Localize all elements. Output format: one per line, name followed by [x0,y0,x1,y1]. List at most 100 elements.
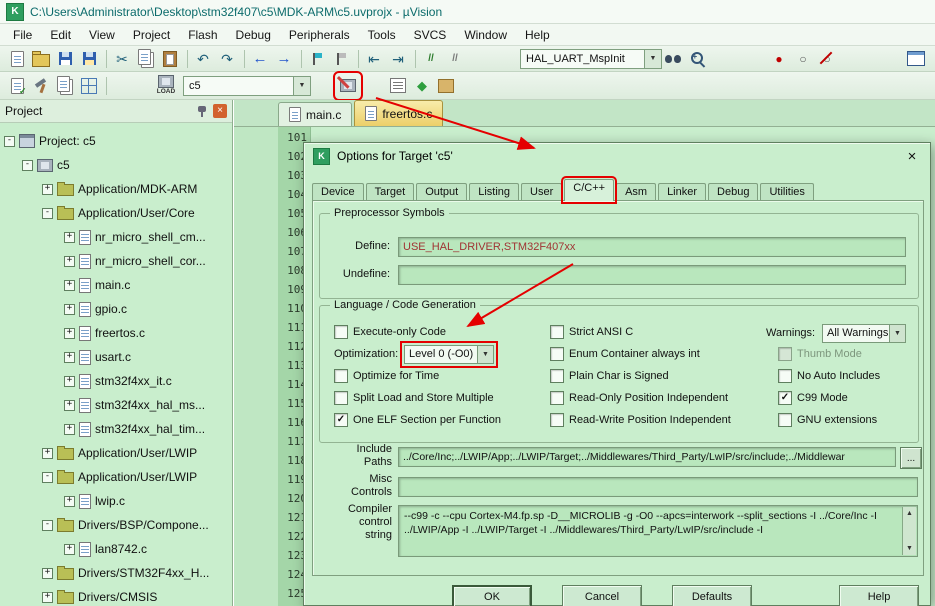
checkbox-execute-only-code[interactable]: Execute-only Code [334,321,501,343]
uncomment-icon[interactable]: // [444,48,466,70]
new-file-icon[interactable] [6,48,28,70]
rebuild-icon[interactable] [54,75,76,97]
checkbox-one-elf-section-per-function[interactable]: ✓ One ELF Section per Function [334,409,501,431]
checkbox-thumb-mode[interactable]: Thumb Mode [778,343,880,365]
dialog-tab-asm[interactable]: Asm [616,183,657,201]
tree-item[interactable]: - c5 [22,154,70,176]
tree-item[interactable]: + Application/User/LWIP [42,442,197,464]
ok-button[interactable]: OK [452,585,532,606]
compiler-string-field[interactable]: --c99 -c --cpu Cortex-M4.fp.sp -D__MICRO… [398,505,918,557]
chevron-down-icon[interactable]: ▼ [889,324,905,342]
indent-left-icon[interactable]: ⇤ [363,48,385,70]
navigate-back-icon[interactable]: ← [249,48,271,70]
dialog-tab-listing[interactable]: Listing [469,183,520,201]
checkbox-box[interactable] [778,369,792,383]
tree-item[interactable]: + nr_micro_shell_cm... [64,226,206,248]
function-combobox[interactable]: HAL_UART_MspInit ▼ [520,48,662,69]
dialog-tab-utilities[interactable]: Utilities [760,183,814,201]
undefine-field[interactable] [398,265,906,285]
build-icon[interactable] [30,75,52,97]
tree-item-label[interactable]: gpio.c [95,302,127,316]
tree-item-label[interactable]: Application/MDK-ARM [78,182,197,196]
tree-item[interactable]: + stm32f4xx_hal_tim... [64,418,205,440]
dialog-tab-output[interactable]: Output [416,183,468,201]
download-icon[interactable]: LOAD [155,75,177,97]
menu-view[interactable]: View [80,25,124,45]
editor-tab-main.c[interactable]: main.c [278,102,353,126]
copy-icon[interactable] [135,48,157,70]
tree-item[interactable]: + Application/MDK-ARM [42,178,197,200]
tree-expander-icon[interactable]: + [42,447,53,459]
menu-flash[interactable]: Flash [179,25,226,45]
editor-tab-freertos.c[interactable]: freertos.c [354,100,444,126]
cancel-button[interactable]: Cancel [562,585,642,606]
options-for-target-icon[interactable] [333,70,363,101]
menu-help[interactable]: Help [516,25,559,45]
tree-expander-icon[interactable]: + [64,375,75,387]
dialog-tab-target[interactable]: Target [365,183,415,201]
tree-expander-icon[interactable]: - [42,471,53,483]
panel-close-icon[interactable]: × [213,104,227,118]
navigate-forward-icon[interactable]: → [273,48,295,70]
tree-item-label[interactable]: nr_micro_shell_cm... [95,230,206,244]
checkbox-box[interactable] [550,347,564,361]
tree-expander-icon[interactable]: + [64,327,75,339]
dialog-tab-linker[interactable]: Linker [658,183,707,201]
checkbox-box[interactable]: ✓ [778,391,792,405]
dialog-tab-debug[interactable]: Debug [708,183,759,201]
tree-expander-icon[interactable]: + [64,423,75,435]
menu-project[interactable]: Project [124,25,179,45]
tree-item[interactable]: - Drivers/BSP/Compone... [42,514,209,536]
checkbox-box[interactable] [550,413,564,427]
checkbox-read-only-position-independent[interactable]: Read-Only Position Independent [550,387,731,409]
tree-item-label[interactable]: usart.c [95,350,131,364]
checkbox-optimize-for-time[interactable]: Optimize for Time [334,365,501,387]
chevron-down-icon[interactable]: ▼ [293,76,310,95]
tree-item-label[interactable]: Application/User/LWIP [78,446,197,460]
breakpoint-kill-icon[interactable]: ○ [816,48,838,70]
save-icon[interactable] [54,48,76,70]
indent-right-icon[interactable]: ⇥ [387,48,409,70]
menu-debug[interactable]: Debug [227,25,280,45]
bookmark-icon[interactable] [306,48,328,70]
checkbox-box[interactable] [334,391,348,405]
checkbox-split-load-and-store-multiple[interactable]: Split Load and Store Multiple [334,387,501,409]
target-combobox[interactable]: c5 ▼ [183,75,311,96]
tree-expander-icon[interactable]: + [64,399,75,411]
tree-item-label[interactable]: c5 [57,158,70,172]
translate-icon[interactable]: ✓ [6,75,28,97]
checkbox-box[interactable]: ✓ [334,413,348,427]
checkbox-box[interactable] [550,391,564,405]
dialog-tab-user[interactable]: User [521,183,563,201]
tree-expander-icon[interactable]: - [22,159,33,171]
tree-item-label[interactable]: nr_micro_shell_cor... [95,254,206,268]
tree-expander-icon[interactable]: - [4,135,15,147]
tree-item-label[interactable]: Drivers/BSP/Compone... [78,518,209,532]
scroll-down-icon[interactable]: ▼ [906,544,913,553]
tree-item[interactable]: - Project: c5 [4,130,96,152]
tree-item-label[interactable]: Project: c5 [39,134,96,148]
tree-item[interactable]: + Drivers/CMSIS [42,586,157,606]
undo-icon[interactable]: ↶ [192,48,214,70]
tree-expander-icon[interactable]: + [42,567,53,579]
menu-window[interactable]: Window [455,25,516,45]
menu-file[interactable]: File [4,25,41,45]
breakpoint-icon[interactable]: ● [768,48,790,70]
misc-controls-field[interactable] [398,477,918,497]
manage-items-icon[interactable] [387,75,409,97]
tree-item-label[interactable]: lan8742.c [95,542,147,556]
checkbox-box[interactable] [550,325,564,339]
tree-item[interactable]: + freertos.c [64,322,145,344]
open-file-icon[interactable] [30,48,52,70]
checkbox-box[interactable] [334,325,348,339]
help-button[interactable]: Help [839,585,919,606]
cut-icon[interactable]: ✂ [111,48,133,70]
tree-item-label[interactable]: Drivers/STM32F4xx_H... [78,566,209,580]
define-field[interactable]: USE_HAL_DRIVER,STM32F407xx [398,237,906,257]
include-paths-browse-button[interactable]: ... [900,447,922,469]
checkbox-plain-char-is-signed[interactable]: Plain Char is Signed [550,365,731,387]
include-paths-field[interactable]: ../Core/Inc;../LWIP/App;../LWIP/Target;.… [398,447,896,467]
dialog-close-icon[interactable]: × [903,148,921,165]
tree-item[interactable]: + stm32f4xx_hal_ms... [64,394,205,416]
defaults-button[interactable]: Defaults [672,585,752,606]
